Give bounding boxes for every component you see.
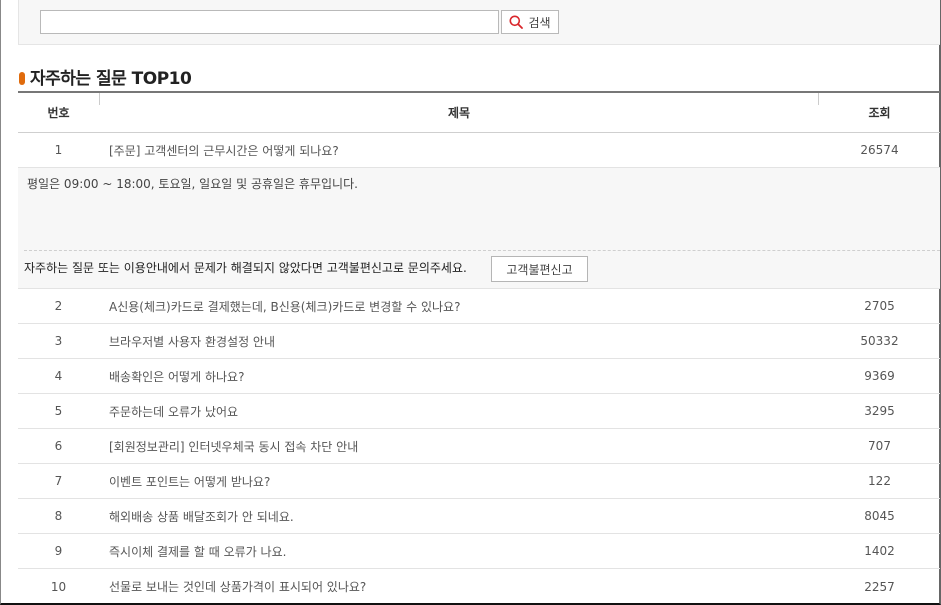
- header-divider: [818, 93, 819, 105]
- row-views: 8045: [864, 509, 895, 523]
- header-title: 제목: [447, 106, 471, 120]
- row-views: 2257: [864, 579, 895, 594]
- table-row[interactable]: 3 브라우저별 사용자 환경설정 안내 50332: [18, 324, 940, 359]
- search-input[interactable]: [40, 10, 499, 34]
- table-row[interactable]: 1 [주문] 고객센터의 근무시간은 어떻게 되나요? 26574: [18, 133, 940, 168]
- answer-divider: [24, 250, 940, 251]
- row-title[interactable]: 선물로 보내는 것인데 상품가격이 표시되어 있나요?: [99, 578, 819, 595]
- row-num: 1: [54, 143, 63, 157]
- row-views: 9369: [864, 369, 895, 383]
- row-title[interactable]: 브라우저별 사용자 환경설정 안내: [99, 333, 819, 350]
- row-num: 3: [54, 334, 63, 348]
- row-views: 3295: [864, 404, 895, 418]
- row-views: 122: [868, 474, 891, 488]
- row-num: 10: [50, 579, 67, 594]
- row-num: 4: [54, 369, 63, 383]
- section-title-text: 자주하는 질문 TOP10: [30, 69, 192, 89]
- row-title[interactable]: 주문하는데 오류가 났어요: [99, 403, 819, 420]
- row-title[interactable]: 즉시이체 결제를 할 때 오류가 나요.: [99, 543, 819, 560]
- row-title[interactable]: [주문] 고객센터의 근무시간은 어떻게 되나요?: [99, 142, 819, 159]
- search-area: 검색: [18, 0, 940, 45]
- answer-panel: 평일은 09:00 ~ 18:00, 토요일, 일요일 및 공휴일은 휴무입니다…: [18, 168, 940, 289]
- title-marker-icon: [19, 71, 25, 85]
- table-row[interactable]: 2 A신용(체크)카드로 결제했는데, B신용(체크)카드로 변경할 수 있나요…: [18, 289, 940, 324]
- header-num: 번호: [47, 106, 70, 120]
- row-title[interactable]: 이벤트 포인트는 어떻게 받나요?: [99, 473, 819, 490]
- header-views: 조회: [868, 106, 891, 120]
- search-button[interactable]: 검색: [501, 10, 559, 34]
- search-button-label: 검색: [528, 15, 551, 30]
- row-num: 2: [54, 299, 63, 313]
- search-icon: [509, 15, 524, 29]
- report-button[interactable]: 고객불편신고: [491, 256, 588, 282]
- row-num: 7: [54, 474, 63, 488]
- table-row[interactable]: 4 배송확인은 어떻게 하나요? 9369: [18, 359, 940, 394]
- answer-notice: 자주하는 질문 또는 이용안내에서 문제가 해결되지 않았다면 고객불편신고로 …: [24, 261, 467, 275]
- row-title[interactable]: 해외배송 상품 배달조회가 안 되네요.: [99, 508, 819, 525]
- row-views: 50332: [860, 334, 899, 348]
- row-views: 707: [868, 439, 891, 453]
- row-title[interactable]: [회원정보관리] 인터넷우체국 동시 접속 차단 안내: [99, 438, 819, 455]
- table-row[interactable]: 5 주문하는데 오류가 났어요 3295: [18, 394, 940, 429]
- row-num: 6: [54, 439, 63, 453]
- row-views: 1402: [864, 544, 895, 558]
- table-row[interactable]: 8 해외배송 상품 배달조회가 안 되네요. 8045: [18, 499, 940, 534]
- table-row[interactable]: 10 선물로 보내는 것인데 상품가격이 표시되어 있나요? 2257: [18, 569, 940, 604]
- table-row[interactable]: 6 [회원정보관리] 인터넷우체국 동시 접속 차단 안내 707: [18, 429, 940, 464]
- row-num: 9: [54, 544, 63, 558]
- row-title[interactable]: 배송확인은 어떻게 하나요?: [99, 368, 819, 385]
- row-num: 5: [54, 404, 63, 418]
- row-views: 26574: [860, 143, 899, 157]
- table-row[interactable]: 7 이벤트 포인트는 어떻게 받나요? 122: [18, 464, 940, 499]
- header-divider: [99, 93, 100, 105]
- table-header: 번호 제목 조회: [18, 91, 940, 133]
- faq-table: 번호 제목 조회 1 [주문] 고객센터의 근무시간은 어떻게 되나요? 265…: [18, 91, 940, 604]
- row-num: 8: [54, 509, 63, 523]
- row-title[interactable]: A신용(체크)카드로 결제했는데, B신용(체크)카드로 변경할 수 있나요?: [99, 298, 819, 315]
- answer-text: 평일은 09:00 ~ 18:00, 토요일, 일요일 및 공휴일은 휴무입니다…: [27, 177, 358, 191]
- table-row[interactable]: 9 즉시이체 결제를 할 때 오류가 나요. 1402: [18, 534, 940, 569]
- row-views: 2705: [864, 299, 895, 313]
- section-title: 자주하는 질문 TOP10: [19, 64, 192, 89]
